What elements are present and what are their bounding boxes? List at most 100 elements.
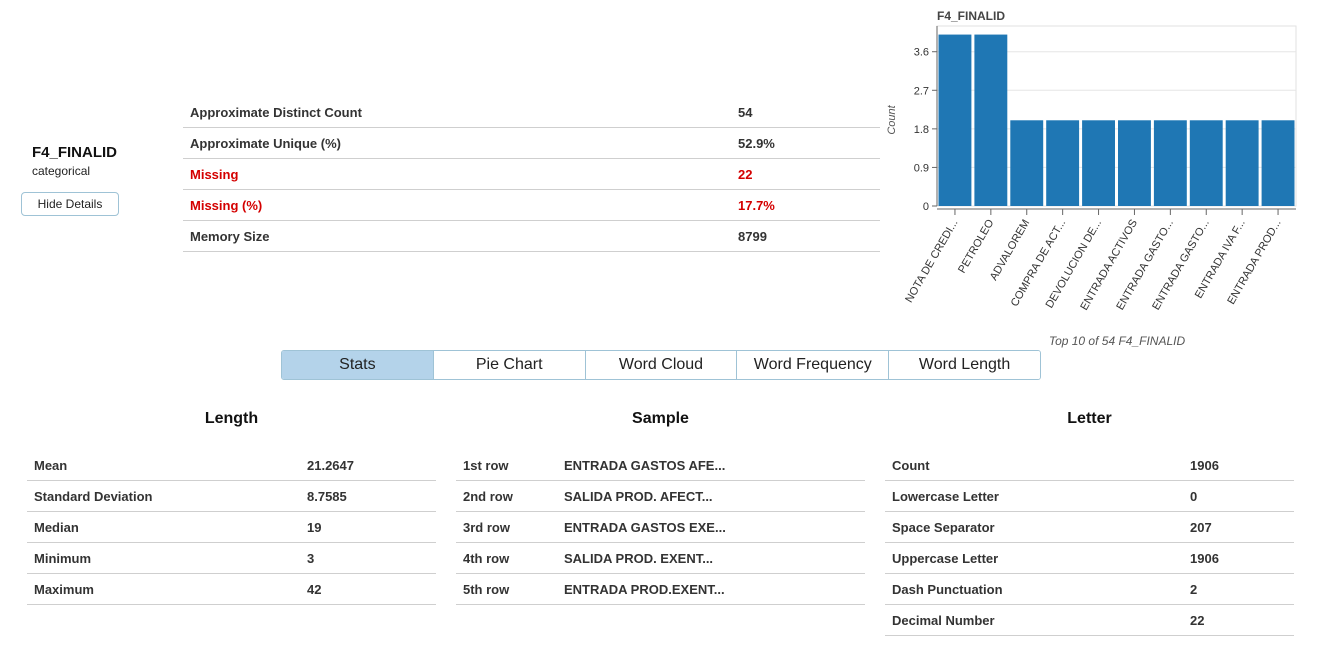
tab-word-cloud[interactable]: Word Cloud xyxy=(585,351,738,379)
letter-label: Uppercase Letter xyxy=(885,542,1190,574)
overview-value: 17.7% xyxy=(738,189,880,221)
table-row: Approximate Unique (%) 52.9% xyxy=(183,127,880,159)
sample-value: ENTRADA GASTOS AFE... xyxy=(564,450,865,481)
bar xyxy=(974,34,1008,207)
tab-stats[interactable]: Stats xyxy=(282,351,434,379)
bar xyxy=(1082,120,1115,206)
variable-type: categorical xyxy=(32,164,91,178)
length-value: 3 xyxy=(307,542,436,574)
x-tick-label: NOTA DE CREDI... xyxy=(903,218,960,305)
table-row: Missing (%) 17.7% xyxy=(183,189,880,221)
length-label: Median xyxy=(27,511,307,543)
bar xyxy=(1189,120,1223,206)
tab-word-length[interactable]: Word Length xyxy=(889,351,1040,379)
table-row: 4th row SALIDA PROD. EXENT... xyxy=(456,542,865,574)
length-table: Mean 21.2647 Standard Deviation 8.7585 Med… xyxy=(27,450,436,605)
bar xyxy=(1225,120,1259,206)
table-row: Dash Punctuation 2 xyxy=(885,573,1294,605)
hide-details-button[interactable]: Hide Details xyxy=(21,192,119,216)
letter-label: Lowercase Letter xyxy=(885,480,1190,512)
letter-label: Space Separator xyxy=(885,511,1190,543)
sample-value: SALIDA PROD. EXENT... xyxy=(564,542,865,574)
table-row: Decimal Number 22 xyxy=(885,604,1294,636)
length-label: Maximum xyxy=(27,573,307,605)
length-value: 19 xyxy=(307,511,436,543)
sample-label: 3rd row xyxy=(456,511,564,543)
chart-title: F4_FINALID xyxy=(937,9,1005,23)
table-row: 2nd row SALIDA PROD. AFECT... xyxy=(456,480,865,512)
table-row: Missing 22 xyxy=(183,158,880,190)
bar xyxy=(1153,120,1187,206)
length-value: 8.7585 xyxy=(307,480,436,512)
table-row: Minimum 3 xyxy=(27,542,436,574)
bar xyxy=(938,34,972,207)
sample-value: ENTRADA PROD.EXENT... xyxy=(564,573,865,605)
overview-value: 54 xyxy=(738,97,880,128)
y-tick-label: 0.9 xyxy=(914,162,929,174)
y-tick-label: 2.7 xyxy=(914,85,929,97)
bar xyxy=(1046,120,1080,206)
table-row: 1st row ENTRADA GASTOS AFE... xyxy=(456,450,865,481)
length-value: 42 xyxy=(307,573,436,605)
sample-label: 5th row xyxy=(456,573,564,605)
y-tick-label: 0 xyxy=(923,201,929,213)
sample-section-title: Sample xyxy=(632,410,689,427)
table-row: Median 19 xyxy=(27,511,436,543)
length-section-title: Length xyxy=(204,410,259,427)
bar xyxy=(1261,120,1295,206)
length-value: 21.2647 xyxy=(307,450,436,481)
x-axis: NOTA DE CREDI...PETROLEOADVALOREMCOMPRA … xyxy=(903,208,1296,312)
top-values-bar-chart: F4_FINALID 0 0.9 1.8 2.7 3.6 NOTA DE CREDI..… xyxy=(886,9,1297,348)
overview-value: 22 xyxy=(738,158,880,190)
overview-label: Missing xyxy=(183,158,738,190)
y-axis: 0 0.9 1.8 2.7 3.6 xyxy=(914,26,938,213)
letter-table: Count 1906 Lowercase Letter 0 Space Separa… xyxy=(885,450,1294,636)
letter-value: 0 xyxy=(1190,480,1294,512)
length-label: Minimum xyxy=(27,542,307,574)
sample-value: ENTRADA GASTOS EXE... xyxy=(564,511,865,543)
letter-value: 22 xyxy=(1190,604,1294,636)
table-row: Mean 21.2647 xyxy=(27,450,436,481)
table-row: 5th row ENTRADA PROD.EXENT... xyxy=(456,573,865,605)
letter-value: 1906 xyxy=(1190,450,1294,481)
sample-value: SALIDA PROD. AFECT... xyxy=(564,480,865,512)
y-tick-label: 3.6 xyxy=(914,47,929,59)
bar xyxy=(1010,120,1044,206)
y-tick-label: 1.8 xyxy=(914,124,929,136)
letter-value: 2 xyxy=(1190,573,1294,605)
table-row: Memory Size 8799 xyxy=(183,220,880,252)
x-axis-label: Top 10 of 54 F4_FINALID xyxy=(1049,334,1186,348)
table-row: Space Separator 207 xyxy=(885,511,1294,543)
table-row: Standard Deviation 8.7585 xyxy=(27,480,436,512)
tab-word-frequency[interactable]: Word Frequency xyxy=(737,351,890,379)
letter-section-title: Letter xyxy=(1067,410,1112,427)
sample-label: 1st row xyxy=(456,450,564,481)
length-label: Mean xyxy=(27,450,307,481)
overview-table: Approximate Distinct Count 54 Approximate… xyxy=(183,97,880,252)
chart-bars xyxy=(938,34,1295,207)
table-row: 3rd row ENTRADA GASTOS EXE... xyxy=(456,511,865,543)
table-row: Uppercase Letter 1906 xyxy=(885,542,1294,574)
overview-label: Approximate Distinct Count xyxy=(183,97,738,128)
overview-value: 52.9% xyxy=(738,127,880,159)
table-row: Lowercase Letter 0 xyxy=(885,480,1294,512)
y-axis-label: Count xyxy=(886,104,898,134)
tab-bar: Stats Pie Chart Word Cloud Word Frequenc… xyxy=(281,350,1041,380)
overview-label: Missing (%) xyxy=(183,189,738,221)
letter-label: Decimal Number xyxy=(885,604,1190,636)
table-row: Maximum 42 xyxy=(27,573,436,605)
length-label: Standard Deviation xyxy=(27,480,307,512)
letter-label: Count xyxy=(885,450,1190,481)
variable-name: F4_FINALID xyxy=(32,144,118,161)
sample-label: 2nd row xyxy=(456,480,564,512)
tab-pie-chart[interactable]: Pie Chart xyxy=(433,351,586,379)
bar xyxy=(1118,120,1151,206)
sample-table: 1st row ENTRADA GASTOS AFE... 2nd row SALI… xyxy=(456,450,865,605)
letter-value: 207 xyxy=(1190,511,1294,543)
x-tick-label: PETROLEO xyxy=(956,217,997,275)
table-row: Approximate Distinct Count 54 xyxy=(183,97,880,128)
overview-label: Approximate Unique (%) xyxy=(183,127,738,159)
overview-label: Memory Size xyxy=(183,220,738,252)
letter-value: 1906 xyxy=(1190,542,1294,574)
table-row: Count 1906 xyxy=(885,450,1294,481)
